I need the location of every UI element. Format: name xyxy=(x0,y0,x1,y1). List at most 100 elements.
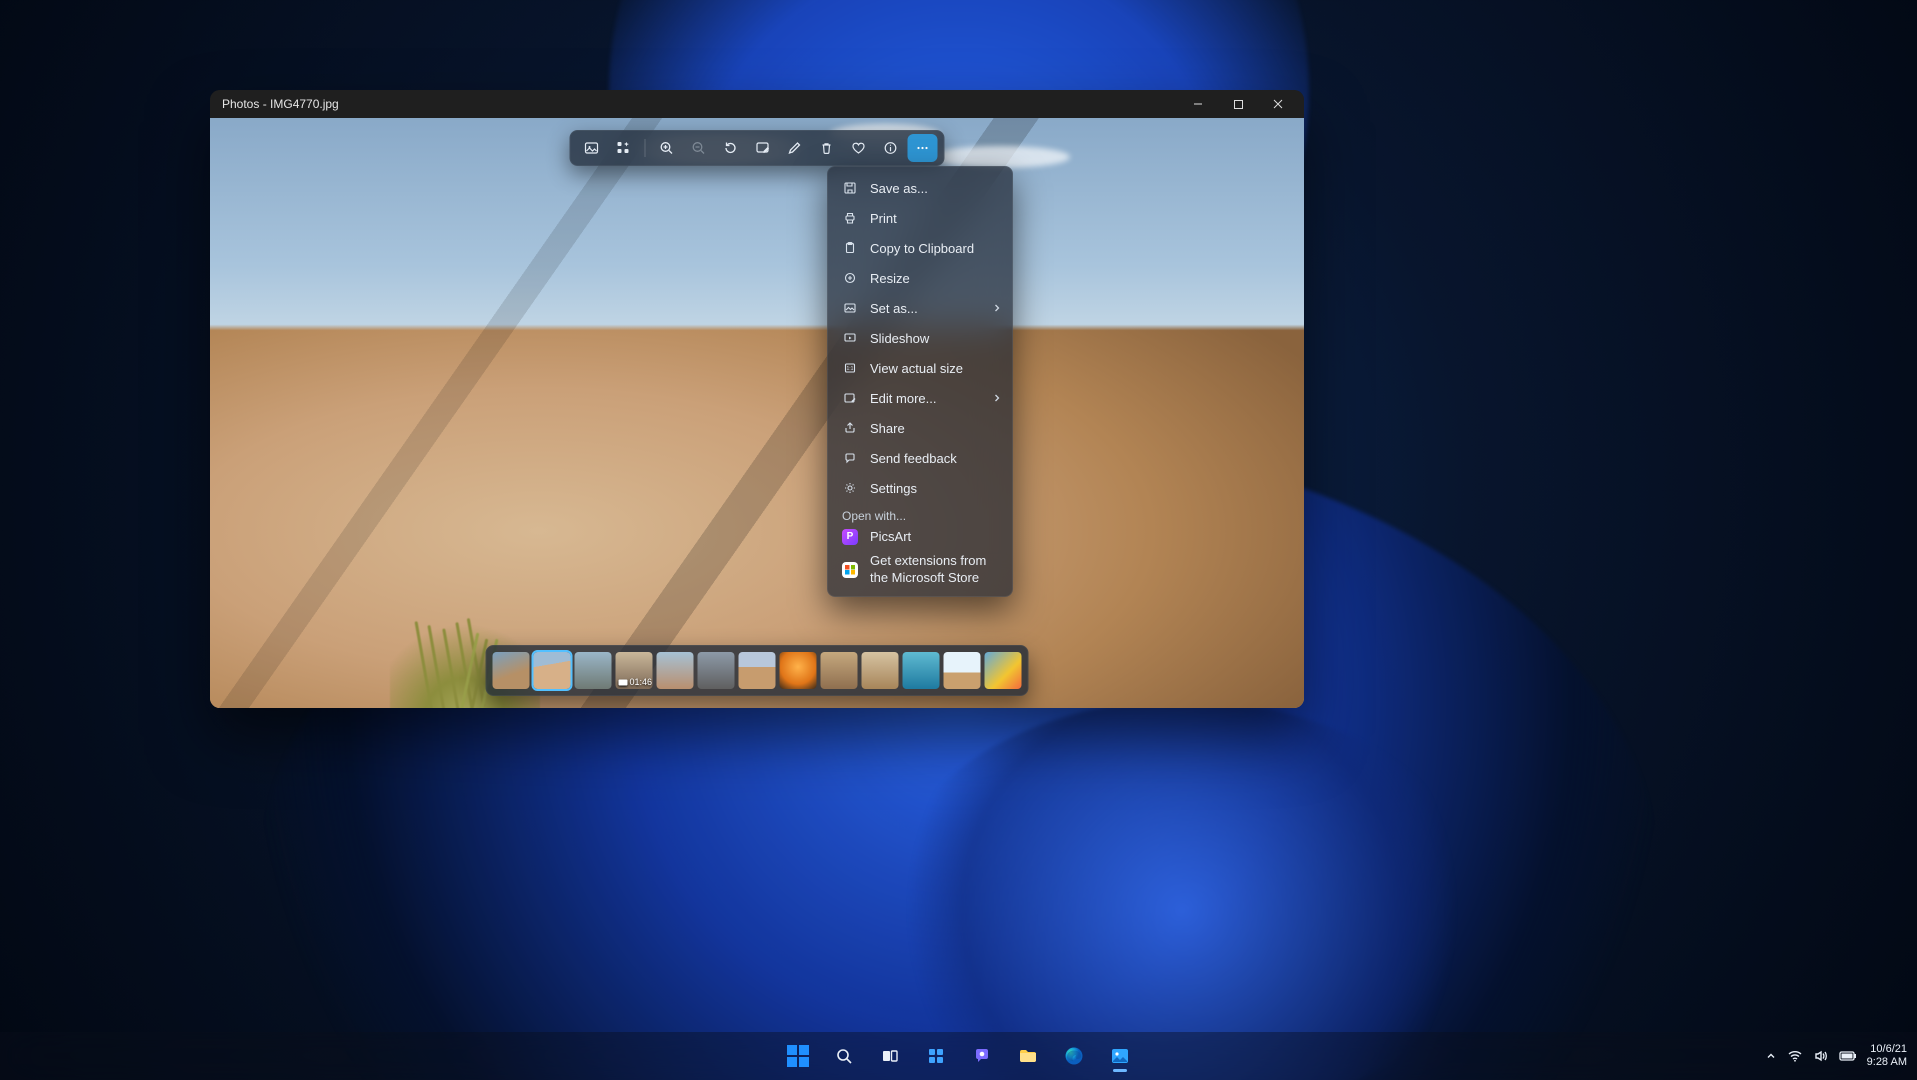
minimize-button[interactable] xyxy=(1178,90,1218,118)
edit-image-button[interactable] xyxy=(748,134,778,162)
more-icon xyxy=(915,140,931,156)
thumbnail[interactable] xyxy=(821,652,858,689)
menu-label: View actual size xyxy=(870,361,963,376)
widgets-button[interactable] xyxy=(917,1037,955,1075)
menu-label: Settings xyxy=(870,481,917,496)
delete-button[interactable] xyxy=(812,134,842,162)
chevron-up-icon xyxy=(1765,1050,1777,1062)
menu-print[interactable]: Print xyxy=(828,203,1012,233)
chevron-right-icon xyxy=(992,393,1002,403)
trash-icon xyxy=(819,140,835,156)
edge-button[interactable] xyxy=(1055,1037,1093,1075)
menu-set-as[interactable]: Set as... xyxy=(828,293,1012,323)
info-button[interactable] xyxy=(876,134,906,162)
menu-share[interactable]: Share xyxy=(828,413,1012,443)
more-button[interactable] xyxy=(908,134,938,162)
zoom-in-icon xyxy=(659,140,675,156)
chat-icon xyxy=(972,1046,992,1066)
menu-actual-size[interactable]: 1:1 View actual size xyxy=(828,353,1012,383)
menu-open-picsart[interactable]: PicsArt xyxy=(828,525,1012,549)
taskbar-date: 10/6/21 xyxy=(1867,1043,1907,1056)
photo-viewport[interactable]: Save as... Print Copy to Clipboard Resiz… xyxy=(210,118,1304,708)
taskbar-time: 9:28 AM xyxy=(1867,1056,1907,1069)
rotate-icon xyxy=(723,140,739,156)
menu-resize[interactable]: Resize xyxy=(828,263,1012,293)
thumbnail[interactable] xyxy=(493,652,530,689)
save-icon xyxy=(842,181,858,195)
taskbar: 10/6/21 9:28 AM xyxy=(0,1032,1917,1080)
wifi-button[interactable] xyxy=(1787,1048,1803,1064)
edit-image-icon xyxy=(755,140,771,156)
menu-label: Edit more... xyxy=(870,391,936,406)
add-creation-button[interactable] xyxy=(609,134,639,162)
photo-image xyxy=(210,118,1304,708)
all-photos-button[interactable] xyxy=(577,134,607,162)
taskbar-clock[interactable]: 10/6/21 9:28 AM xyxy=(1867,1043,1907,1068)
close-button[interactable] xyxy=(1258,90,1298,118)
actual-size-icon: 1:1 xyxy=(842,361,858,375)
chat-button[interactable] xyxy=(963,1037,1001,1075)
folder-icon xyxy=(1017,1045,1039,1067)
thumbnail[interactable] xyxy=(739,652,776,689)
photos-app-window: Photos - IMG4770.jpg xyxy=(210,90,1304,708)
photo-toolbar xyxy=(570,130,945,166)
file-explorer-button[interactable] xyxy=(1009,1037,1047,1075)
task-view-icon xyxy=(880,1046,900,1066)
menu-settings[interactable]: Settings xyxy=(828,473,1012,503)
thumbnail[interactable] xyxy=(698,652,735,689)
thumbnail[interactable] xyxy=(780,652,817,689)
draw-button[interactable] xyxy=(780,134,810,162)
video-duration-badge: 01:46 xyxy=(619,677,653,687)
menu-label: PicsArt xyxy=(870,529,911,545)
tray-overflow-button[interactable] xyxy=(1765,1050,1777,1062)
wifi-icon xyxy=(1787,1048,1803,1064)
menu-feedback[interactable]: Send feedback xyxy=(828,443,1012,473)
picsart-icon xyxy=(842,529,858,545)
volume-icon xyxy=(1813,1048,1829,1064)
maximize-button[interactable] xyxy=(1218,90,1258,118)
thumbnail[interactable] xyxy=(862,652,899,689)
resize-icon xyxy=(842,271,858,285)
titlebar[interactable]: Photos - IMG4770.jpg xyxy=(210,90,1304,118)
menu-label: Send feedback xyxy=(870,451,957,466)
ms-store-icon xyxy=(842,562,858,578)
more-menu: Save as... Print Copy to Clipboard Resiz… xyxy=(827,166,1013,597)
menu-label: Copy to Clipboard xyxy=(870,241,974,256)
menu-get-extensions[interactable]: Get extensions from the Microsoft Store xyxy=(828,549,1012,590)
thumbnail-video[interactable]: 01:46 xyxy=(616,652,653,689)
picture-icon xyxy=(842,301,858,315)
thumbnail[interactable] xyxy=(985,652,1022,689)
zoom-out-button xyxy=(684,134,714,162)
volume-button[interactable] xyxy=(1813,1048,1829,1064)
system-tray: 10/6/21 9:28 AM xyxy=(1765,1043,1907,1068)
thumbnail[interactable] xyxy=(575,652,612,689)
sparkle-grid-icon xyxy=(616,140,632,156)
menu-label: Set as... xyxy=(870,301,918,316)
thumbnail[interactable] xyxy=(944,652,981,689)
filmstrip[interactable]: 01:46 xyxy=(486,645,1029,696)
menu-label: Save as... xyxy=(870,181,928,196)
thumbnail[interactable] xyxy=(903,652,940,689)
rotate-button[interactable] xyxy=(716,134,746,162)
menu-edit-more[interactable]: Edit more... xyxy=(828,383,1012,413)
zoom-in-button[interactable] xyxy=(652,134,682,162)
menu-save-as[interactable]: Save as... xyxy=(828,173,1012,203)
clipboard-icon xyxy=(842,241,858,255)
print-icon xyxy=(842,211,858,225)
gear-icon xyxy=(842,481,858,495)
photos-app-button[interactable] xyxy=(1101,1037,1139,1075)
gallery-icon xyxy=(584,140,600,156)
menu-copy[interactable]: Copy to Clipboard xyxy=(828,233,1012,263)
edge-icon xyxy=(1063,1045,1085,1067)
favorite-button[interactable] xyxy=(844,134,874,162)
menu-slideshow[interactable]: Slideshow xyxy=(828,323,1012,353)
search-button[interactable] xyxy=(825,1037,863,1075)
battery-button[interactable] xyxy=(1839,1050,1857,1062)
menu-label: Get extensions from the Microsoft Store xyxy=(870,553,998,586)
task-view-button[interactable] xyxy=(871,1037,909,1075)
thumbnail-selected[interactable] xyxy=(534,652,571,689)
start-button[interactable] xyxy=(779,1037,817,1075)
widgets-icon xyxy=(926,1046,946,1066)
menu-label: Slideshow xyxy=(870,331,929,346)
thumbnail[interactable] xyxy=(657,652,694,689)
